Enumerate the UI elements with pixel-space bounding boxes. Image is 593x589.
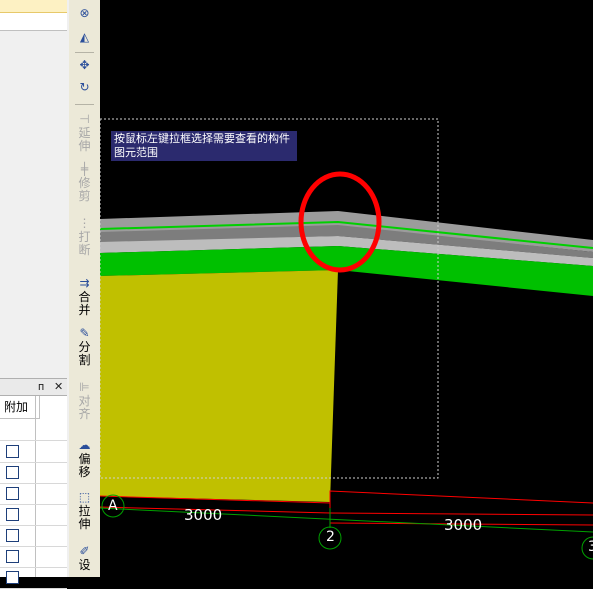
table-row[interactable] <box>0 483 67 505</box>
table-row[interactable] <box>0 525 67 547</box>
set-button[interactable]: ✐ 设 <box>69 544 100 572</box>
offset-button[interactable]: ☁ 偏移 <box>69 438 100 479</box>
table-row[interactable] <box>0 504 67 526</box>
extend-label: 延伸 <box>78 126 91 153</box>
column-header-attach: 附加 <box>0 396 40 419</box>
extend-button[interactable]: ⊣ 延伸 <box>69 112 100 153</box>
stretch-button[interactable]: ⬚ 拉伸 <box>69 490 100 531</box>
split-label: 分割 <box>78 340 91 367</box>
mirror-chain-icon: ⊗ <box>79 6 90 20</box>
table-row[interactable] <box>0 546 67 568</box>
toolbar-separator <box>75 104 94 105</box>
attach-checkbox[interactable] <box>6 529 19 542</box>
break-icon: ⋮ <box>78 216 91 230</box>
drawing-canvas[interactable] <box>99 0 593 577</box>
offset-label: 偏移 <box>78 452 91 479</box>
toolbar-separator <box>75 52 94 53</box>
dimension-text: 3000 <box>184 506 223 524</box>
align-icon: ⊫ <box>79 380 90 394</box>
component-list-selected-row[interactable] <box>0 0 67 13</box>
axis-label-2: 2 <box>326 529 335 545</box>
extend-icon: ⊣ <box>79 112 90 126</box>
attach-checkbox[interactable] <box>6 550 19 563</box>
stretch-icon: ⬚ <box>78 490 91 504</box>
table-row <box>0 419 67 441</box>
pushpin-icon[interactable]: ᴨ <box>38 380 44 393</box>
merge-label: 合并 <box>78 290 91 317</box>
axis-line <box>99 507 593 533</box>
selection-hint-tooltip: 按鼠标左键拉框选择需要查看的构件图元范围 <box>111 131 297 161</box>
dimension-line <box>99 506 593 516</box>
axis-label-a: A <box>108 498 118 514</box>
rotate-button[interactable]: ↻ <box>69 80 100 95</box>
component-list[interactable] <box>0 0 67 31</box>
trim-label: 修剪 <box>78 176 91 203</box>
break-button[interactable]: ⋮ 打断 <box>69 216 100 257</box>
stretch-label: 拉伸 <box>78 504 91 531</box>
attach-checkbox[interactable] <box>6 487 19 500</box>
attach-checkbox[interactable] <box>6 466 19 479</box>
property-panel-header: ᴨ ✕ <box>0 378 67 396</box>
table-row[interactable] <box>0 567 67 589</box>
close-icon[interactable]: ✕ <box>54 380 63 393</box>
move-button[interactable]: ✥ <box>69 58 100 73</box>
trim-icon: ╪ <box>80 162 89 176</box>
left-dock-panel: ᴨ ✕ 附加 <box>0 0 70 589</box>
trim-button[interactable]: ╪ 修剪 <box>69 162 100 203</box>
table-row[interactable] <box>0 441 67 463</box>
table-row[interactable] <box>0 462 67 484</box>
offset-icon: ☁ <box>78 438 91 452</box>
mirror-chain-button[interactable]: ⊗ <box>69 6 100 21</box>
set-label: 设 <box>78 558 91 572</box>
mirror-icon: ◭ <box>79 30 90 44</box>
split-button[interactable]: ✎ 分割 <box>69 326 100 367</box>
drawing-svg[interactable] <box>99 0 593 577</box>
attach-checkbox[interactable] <box>6 445 19 458</box>
property-table: 附加 <box>0 396 67 589</box>
split-icon: ✎ <box>79 326 90 340</box>
dimension-text: 3000 <box>444 516 483 534</box>
align-label: 对齐 <box>78 394 91 421</box>
attach-checkbox[interactable] <box>6 508 19 521</box>
merge-icon: ⇉ <box>79 276 90 290</box>
merge-button[interactable]: ⇉ 合并 <box>69 276 100 317</box>
axis-label-3: 3 <box>588 539 593 555</box>
mirror-button[interactable]: ◭ <box>69 30 100 45</box>
align-button[interactable]: ⊫ 对齐 <box>69 380 100 421</box>
move-icon: ✥ <box>79 58 90 72</box>
attach-checkbox[interactable] <box>6 571 19 584</box>
yellow-wall[interactable] <box>100 270 338 502</box>
break-label: 打断 <box>78 230 91 257</box>
rotate-icon: ↻ <box>79 80 90 94</box>
modify-toolbar: ⊗ ◭ ✥ ↻ ⊣ 延伸 ╪ 修剪 ⋮ 打断 ⇉ 合并 ✎ 分割 ⊫ 对齐 ☁ … <box>69 0 101 577</box>
set-icon: ✐ <box>79 544 90 558</box>
